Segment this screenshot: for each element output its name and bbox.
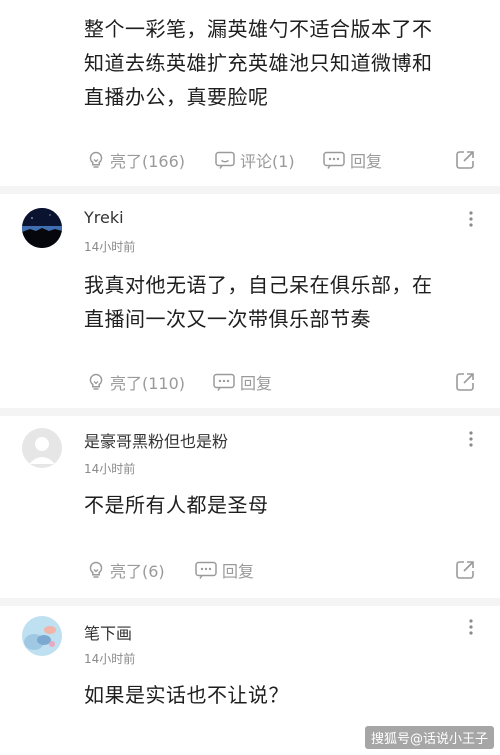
like-button[interactable]: 亮了(110) — [86, 370, 185, 394]
like-button[interactable]: 亮了(166) — [86, 148, 185, 172]
lightbulb-icon — [86, 560, 106, 580]
reply-label: 回复 — [222, 562, 255, 581]
comment-item: Yreki 14小时前 我真对他无语了，自己呆在俱乐部，在 直播间一次又一次带俱… — [0, 194, 500, 414]
username[interactable]: Yreki — [84, 208, 124, 227]
comment-actions: 亮了(110) 回复 — [0, 370, 500, 394]
reply-button[interactable]: 回复 — [212, 370, 272, 394]
timestamp: 14小时前 — [84, 652, 136, 666]
reply-bubble-icon — [212, 372, 236, 392]
comment-button[interactable]: 评论(1) — [214, 148, 295, 172]
comment-item: 整个一彩笔，漏英雄勺不适合版本了不 知道去练英雄扩充英雄池只知道微博和 直播办公… — [0, 0, 500, 190]
more-button[interactable] — [468, 618, 474, 636]
timestamp: 14小时前 — [84, 240, 136, 254]
comment-bubble-icon — [214, 150, 236, 170]
more-button[interactable] — [468, 210, 474, 228]
avatar[interactable] — [22, 616, 62, 656]
comment-text: 如果是实话也不让说？ — [84, 683, 289, 707]
more-button[interactable] — [468, 430, 474, 448]
reply-label: 回复 — [240, 374, 273, 393]
comment-text: 我真对他无语了，自己呆在俱乐部，在 直播间一次又一次带俱乐部节奏 — [84, 273, 433, 331]
section-divider — [0, 598, 500, 606]
username[interactable]: 笔下画 — [84, 620, 132, 644]
more-vertical-icon — [468, 430, 474, 448]
share-button[interactable] — [454, 371, 476, 397]
username[interactable]: 是豪哥黑粉但也是粉 — [84, 428, 228, 452]
timestamp: 14小时前 — [84, 462, 136, 476]
watermark: 搜狐号@话说小王子 — [364, 726, 494, 749]
like-button[interactable]: 亮了(6) — [86, 558, 165, 582]
comment-item: 是豪哥黑粉但也是粉 14小时前 不是所有人都是圣母 亮了(6) 回复 — [0, 416, 500, 606]
share-icon — [454, 373, 476, 397]
avatar[interactable] — [22, 428, 62, 468]
share-button[interactable] — [454, 559, 476, 585]
reply-label: 回复 — [350, 152, 383, 171]
reply-button[interactable]: 回复 — [194, 558, 254, 582]
comment-label: 评论(1) — [240, 152, 295, 171]
like-label: 亮了(166) — [110, 152, 186, 171]
reply-button[interactable]: 回复 — [322, 148, 382, 172]
more-vertical-icon — [468, 618, 474, 636]
comment-actions: 亮了(6) 回复 — [0, 558, 500, 582]
comment-text: 整个一彩笔，漏英雄勺不适合版本了不 知道去练英雄扩充英雄池只知道微博和 直播办公… — [84, 17, 433, 109]
like-label: 亮了(110) — [110, 374, 186, 393]
more-vertical-icon — [468, 210, 474, 228]
section-divider — [0, 408, 500, 416]
comment-actions: 亮了(166) 评论(1) 回复 — [0, 148, 500, 172]
share-icon — [454, 151, 476, 175]
share-button[interactable] — [454, 149, 476, 175]
lightbulb-icon — [86, 372, 106, 392]
comment-text: 不是所有人都是圣母 — [84, 493, 269, 517]
section-divider — [0, 186, 500, 194]
reply-bubble-icon — [194, 560, 218, 580]
reply-bubble-icon — [322, 150, 346, 170]
like-label: 亮了(6) — [110, 562, 165, 581]
share-icon — [454, 561, 476, 585]
lightbulb-icon — [86, 150, 106, 170]
avatar[interactable] — [22, 208, 62, 248]
